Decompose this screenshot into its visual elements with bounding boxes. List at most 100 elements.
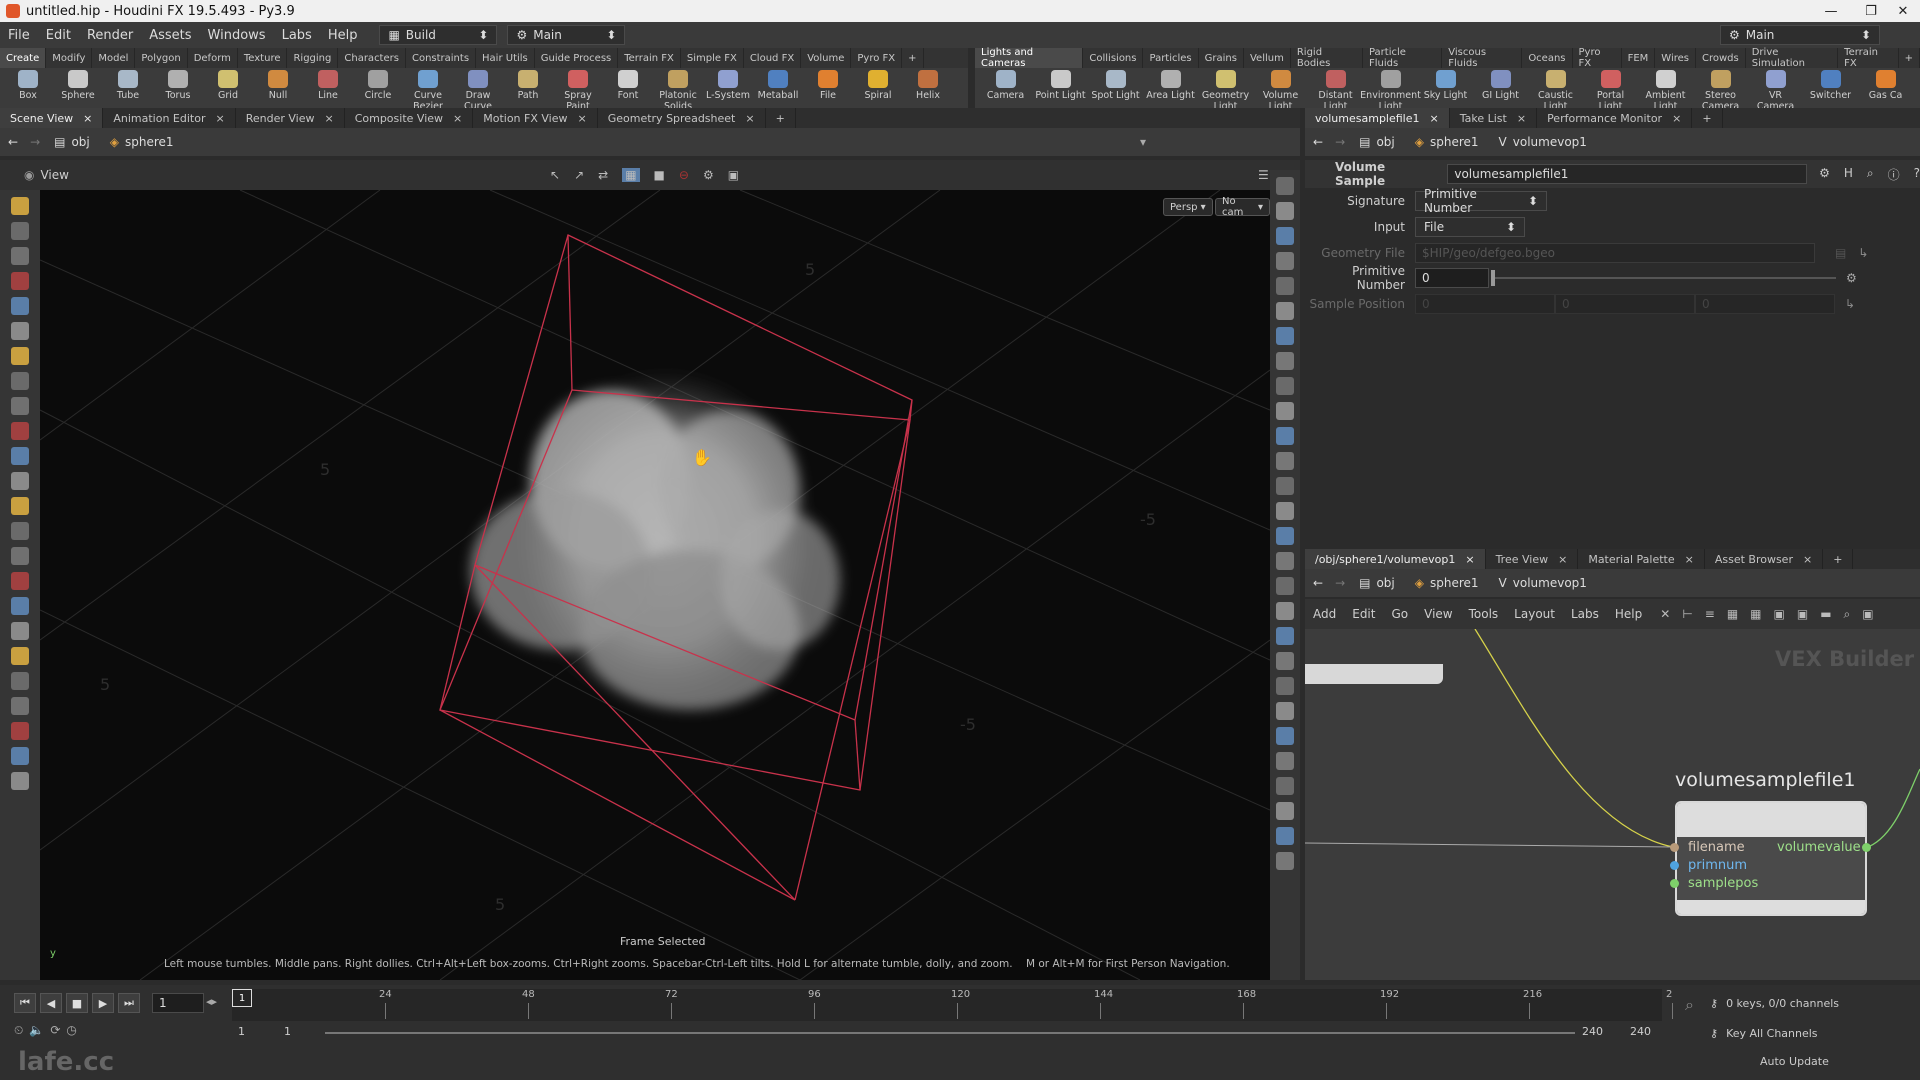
shelf-tab-collisions[interactable]: Collisions [1083,48,1144,68]
step-back-button[interactable]: ◀ [40,993,62,1013]
shelf-tab-wires[interactable]: Wires [1655,48,1696,68]
shelf-tool-torus[interactable]: Torus [154,68,202,101]
toolbar-tool-icon[interactable] [1276,302,1294,320]
audio-icon[interactable]: 🔈 [29,1023,44,1038]
network-menu-layout[interactable]: Layout [1506,607,1563,621]
shelf-tool-sphere[interactable]: Sphere [54,68,102,101]
display-options-icon[interactable]: ☰ [1258,168,1269,182]
shelf-tab-create[interactable]: Create [0,48,47,68]
menu-edit[interactable]: Edit [38,28,79,43]
primnum-field[interactable]: 0 [1415,268,1489,288]
stop-button[interactable]: ■ [66,993,88,1013]
toolbar-tool-icon[interactable] [11,547,29,565]
add-tab-icon[interactable]: + [1823,549,1854,569]
back-arrow-icon[interactable]: ← [1305,576,1331,590]
shelf-tab-oceans[interactable]: Oceans [1522,48,1573,68]
toolbar-tool-icon[interactable] [1276,577,1294,595]
close-icon[interactable]: × [578,112,587,125]
toolbar-tool-icon[interactable] [11,422,29,440]
menu-file[interactable]: File [0,28,38,43]
grid-icon[interactable]: ▦ [622,168,640,182]
toolbar-tool-icon[interactable] [11,697,29,715]
shelf-tool-gas-ca[interactable]: Gas Ca [1859,68,1912,101]
toolbar-tool-icon[interactable] [11,222,29,240]
help-icon[interactable]: ? [1914,166,1920,183]
jump-end-button[interactable]: ⏭ [118,993,140,1013]
range-slider[interactable] [325,1032,1575,1034]
slider-handle[interactable] [1491,270,1495,286]
toolbar-tool-icon[interactable] [11,622,29,640]
network-editor[interactable]: VEX Builder volumesamplefile1 filename p… [1305,629,1920,980]
close-icon[interactable]: × [1465,553,1474,566]
shelf-tab-volume[interactable]: Volume [801,48,852,68]
toolbar-tool-icon[interactable] [1276,227,1294,245]
shelf-tab-model[interactable]: Model [92,48,136,68]
shelf-tool-ambient-light[interactable]: Ambient Light [1639,68,1692,112]
tab-animation-editor[interactable]: Animation Editor × [103,108,236,128]
primnum-port[interactable] [1670,861,1679,870]
shelf-tool-camera[interactable]: Camera [979,68,1032,101]
close-icon[interactable]: × [83,112,92,125]
toolbar-tool-icon[interactable] [1276,802,1294,820]
toolbar-tool-icon[interactable] [11,772,29,790]
shelf-tool-spiral[interactable]: Spiral [854,68,902,101]
shelf-tool-l-system[interactable]: L-System [704,68,752,101]
tab-asset-browser[interactable]: Asset Browser × [1705,549,1824,569]
tab-take-list[interactable]: Take List × [1450,108,1538,128]
toolbar-tool-icon[interactable] [1276,652,1294,670]
breadcrumb-sphere1[interactable]: ◈ sphere1 [1405,135,1489,149]
shelf-tool-switcher[interactable]: Switcher [1804,68,1857,101]
step-arrows-icon[interactable]: ◂▸ [206,995,217,1008]
snap-icon[interactable]: ⇄ [598,168,608,182]
menu-render[interactable]: Render [79,28,141,43]
shelf-tab-rigid-bodies[interactable]: Rigid Bodies [1291,47,1363,69]
toolbar-tool-icon[interactable] [1276,827,1294,845]
primnum-slider[interactable] [1491,268,1836,288]
current-frame-field[interactable]: 1 [152,993,204,1013]
toolbar-tool-icon[interactable] [11,347,29,365]
samplepos-y-field[interactable]: 0 [1555,294,1695,314]
tree-icon[interactable]: ⊢ [1682,607,1692,622]
shelf-tab-characters[interactable]: Characters [338,48,406,68]
play-button[interactable]: ▶ [92,993,114,1013]
toolbar-tool-icon[interactable] [1276,702,1294,720]
shelf-tab-terrain-fx-2[interactable]: Terrain FX [1838,47,1899,69]
shelf-tab-rigging[interactable]: Rigging [287,48,339,68]
shelf-tool-volume-light[interactable]: Volume Light [1254,68,1307,112]
shelf-tool-area-light[interactable]: Area Light [1144,68,1197,101]
search-icon[interactable]: ⌕ [1844,607,1851,622]
realtime-icon[interactable]: ⏲ [14,1023,23,1038]
back-arrow-icon[interactable]: ← [1305,135,1331,149]
tab-network-path[interactable]: /obj/sphere1/volumevop1 × [1305,549,1486,569]
toolbar-tool-icon[interactable] [1276,752,1294,770]
toolbar-tool-icon[interactable] [1276,602,1294,620]
shelf-tab-pyro-fx[interactable]: Pyro FX [851,48,903,68]
list-icon[interactable]: ≡ [1705,607,1715,622]
key-icon[interactable]: ⚷ [1710,997,1718,1010]
shelf-tool-curve-bezier[interactable]: Curve Bezier [404,68,452,112]
shelf-tool-platonic-solids[interactable]: Platonic Solids [654,68,702,112]
key-all-channels[interactable]: ⚷ Key All Channels [1710,1021,1920,1045]
network-menu-tools[interactable]: Tools [1461,607,1507,621]
persp-dropdown[interactable]: Persp ▾ [1163,198,1213,216]
shelf-tab-lights-cameras[interactable]: Lights and Cameras [975,47,1084,69]
volumevalue-port[interactable] [1862,843,1871,852]
shelf-tab-simple-fx[interactable]: Simple FX [681,48,744,68]
shelf-tool-caustic-light[interactable]: Caustic Light [1529,68,1582,112]
network-menu-view[interactable]: View [1416,607,1460,621]
signature-dropdown[interactable]: Primitive Number ⬍ [1415,187,1547,215]
channel-gear-icon[interactable]: ⚙ [1846,271,1857,285]
shelf-tool-helix[interactable]: Helix [904,68,952,101]
transform-icon[interactable]: ↗ [574,168,584,182]
menu-help[interactable]: Help [320,28,366,43]
toolbar-tool-icon[interactable] [11,672,29,690]
toolbar-tool-icon[interactable] [1276,327,1294,345]
shelf-tool-sky-light[interactable]: Sky Light [1419,68,1472,101]
add-shelf-tab-icon[interactable]: + [902,48,924,68]
shelf-tab-cloud-fx[interactable]: Cloud FX [744,48,802,68]
toolbar-tool-icon[interactable] [11,472,29,490]
close-icon[interactable]: × [453,112,462,125]
toolbar-tool-icon[interactable] [11,647,29,665]
shelf-tool-circle[interactable]: Circle [354,68,402,101]
shelf-tool-null[interactable]: Null [254,68,302,101]
